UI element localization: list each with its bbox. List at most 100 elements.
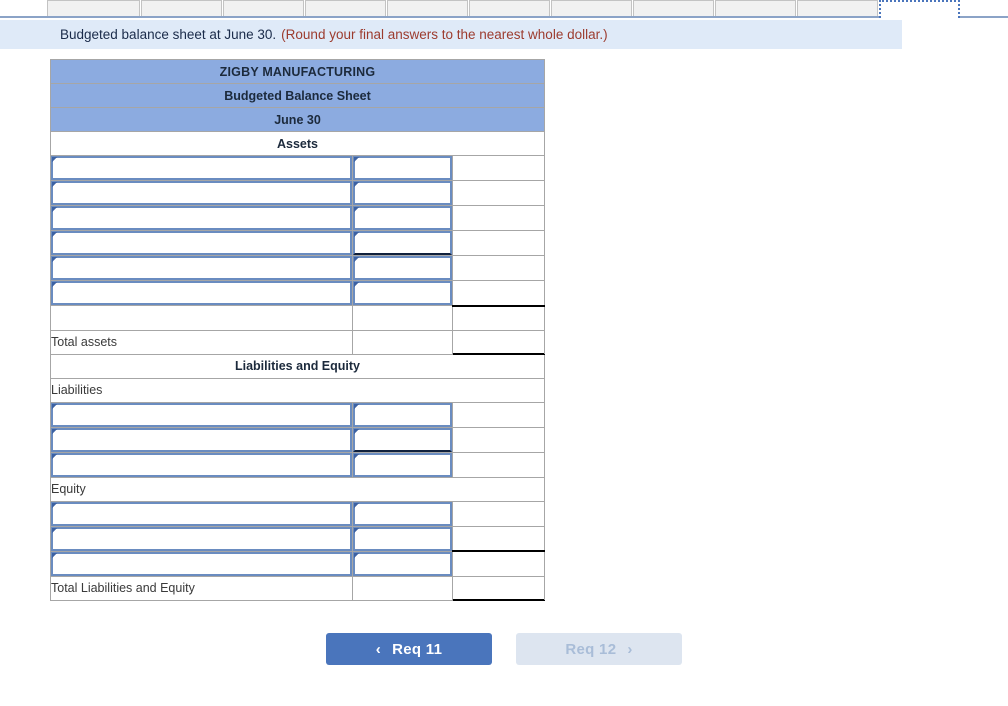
asset-name-cell-2[interactable] <box>50 180 353 206</box>
exercise-page: Budgeted balance sheet at June 30. (Roun… <box>0 0 1008 706</box>
tab-req-1[interactable] <box>47 0 140 16</box>
tab-req-8[interactable] <box>633 0 714 16</box>
liability-subtotal-cell-2 <box>452 426 545 453</box>
equity-amount-field-wrap-3 <box>353 551 452 576</box>
table-row-liabilities-heading: Liabilities <box>50 377 545 403</box>
liability-subtotal-cell-3 <box>452 451 545 478</box>
table-row-total-assets: Total assets <box>50 329 545 355</box>
total-liabilities-equity-value <box>452 575 545 601</box>
table-row <box>50 550 545 577</box>
chevron-right-icon: › <box>627 640 633 658</box>
chevron-left-icon: ‹ <box>375 640 382 658</box>
liabilities-subheading: Liabilities <box>50 377 545 403</box>
assets-section-heading: Assets <box>50 131 545 156</box>
equity-name-input-3[interactable] <box>53 553 350 574</box>
equity-amount-cell-1[interactable] <box>352 500 453 527</box>
liability-name-input-1[interactable] <box>53 404 350 425</box>
table-row-assets-heading: Assets <box>50 131 545 156</box>
asset-amount-input-3[interactable] <box>355 208 450 228</box>
tab-req-4[interactable] <box>305 0 386 16</box>
equity-amount-cell-2[interactable] <box>352 525 453 552</box>
tab-req-6[interactable] <box>469 0 550 16</box>
asset-name-cell-6[interactable] <box>50 280 353 306</box>
tab-req-5[interactable] <box>387 0 468 16</box>
asset-name-input-2[interactable] <box>53 183 350 203</box>
tab-req-3[interactable] <box>223 0 304 16</box>
equity-name-cell-1[interactable] <box>50 500 353 527</box>
equity-name-field-wrap-3 <box>51 551 352 576</box>
asset-subtotal-cell-6 <box>452 280 545 306</box>
table-row-company: ZIGBY MANUFACTURING <box>50 59 545 84</box>
next-requirement-button[interactable]: Req 12 › <box>516 633 682 665</box>
asset-name-cell-1[interactable] <box>50 155 353 181</box>
total-liab-equity-blank-cell <box>352 575 453 601</box>
asset-name-cell-5[interactable] <box>50 255 353 281</box>
asset-name-field-wrap-1 <box>51 156 352 180</box>
asset-amount-cell-2[interactable] <box>352 180 453 206</box>
liability-name-field-wrap-3 <box>51 452 352 477</box>
equity-name-input-2[interactable] <box>53 528 350 549</box>
liability-name-input-3[interactable] <box>53 454 350 475</box>
asset-amount-input-6[interactable] <box>355 283 450 303</box>
asset-name-field-wrap-2 <box>51 181 352 205</box>
asset-amount-input-4[interactable] <box>355 233 450 253</box>
equity-name-cell-2[interactable] <box>50 525 353 552</box>
asset-name-input-6[interactable] <box>53 283 350 303</box>
liability-name-cell-1[interactable] <box>50 401 353 428</box>
asset-name-input-3[interactable] <box>53 208 350 228</box>
equity-amount-cell-3[interactable] <box>352 550 453 577</box>
equity-name-input-1[interactable] <box>53 503 350 524</box>
liability-amount-field-wrap-2 <box>353 427 452 452</box>
asset-name-input-5[interactable] <box>53 258 350 278</box>
tab-req-11-active[interactable] <box>879 0 960 18</box>
tab-req-2[interactable] <box>141 0 222 16</box>
table-row <box>50 180 545 206</box>
total-liabilities-equity-label: Total Liabilities and Equity <box>50 575 353 601</box>
liability-amount-cell-1[interactable] <box>352 401 453 428</box>
liability-amount-cell-3[interactable] <box>352 451 453 478</box>
liability-amount-field-wrap-3 <box>353 452 452 477</box>
asset-name-field-wrap-3 <box>51 206 352 230</box>
tab-req-9[interactable] <box>715 0 796 16</box>
equity-amount-input-1[interactable] <box>355 503 450 524</box>
asset-name-cell-3[interactable] <box>50 205 353 231</box>
table-row-liab-equity-heading: Liabilities and Equity <box>50 353 545 379</box>
tab-req-7[interactable] <box>551 0 632 16</box>
liability-amount-input-3[interactable] <box>355 454 450 475</box>
budgeted-balance-sheet-table: ZIGBY MANUFACTURING Budgeted Balance She… <box>50 59 545 601</box>
asset-amount-cell-5[interactable] <box>352 255 453 281</box>
asset-amount-cell-6[interactable] <box>352 280 453 306</box>
asset-amount-cell-3[interactable] <box>352 205 453 231</box>
asset-name-input-4[interactable] <box>53 233 350 253</box>
asset-name-input-1[interactable] <box>53 158 350 178</box>
statement-title: Budgeted Balance Sheet <box>50 83 545 108</box>
asset-subtotal-cell-2 <box>452 180 545 206</box>
total-assets-value <box>452 329 545 355</box>
prev-requirement-button[interactable]: ‹ Req 11 <box>326 633 492 665</box>
asset-amount-input-2[interactable] <box>355 183 450 203</box>
asset-amount-field-wrap-3 <box>353 206 452 230</box>
table-row <box>50 280 545 306</box>
liability-name-input-2[interactable] <box>53 429 350 450</box>
equity-amount-input-2[interactable] <box>355 528 450 549</box>
liability-amount-input-1[interactable] <box>355 404 450 425</box>
liability-name-cell-2[interactable] <box>50 426 353 453</box>
asset-amount-cell-4[interactable] <box>352 230 453 256</box>
table-row <box>50 155 545 181</box>
liability-amount-cell-2[interactable] <box>352 426 453 453</box>
asset-amount-cell-1[interactable] <box>352 155 453 181</box>
liability-name-cell-3[interactable] <box>50 451 353 478</box>
spacer-cell-a <box>50 305 353 331</box>
equity-amount-input-3[interactable] <box>355 553 450 574</box>
equity-subtotal-cell-1 <box>452 500 545 527</box>
asset-amount-field-wrap-4 <box>353 231 452 255</box>
table-row <box>50 255 545 281</box>
tab-req-10[interactable] <box>797 0 878 16</box>
asset-amount-input-1[interactable] <box>355 158 450 178</box>
equity-name-cell-3[interactable] <box>50 550 353 577</box>
asset-amount-field-wrap-5 <box>353 256 452 280</box>
asset-name-cell-4[interactable] <box>50 230 353 256</box>
liability-amount-input-2[interactable] <box>355 429 450 450</box>
equity-subtotal-cell-2 <box>452 525 545 552</box>
asset-amount-input-5[interactable] <box>355 258 450 278</box>
